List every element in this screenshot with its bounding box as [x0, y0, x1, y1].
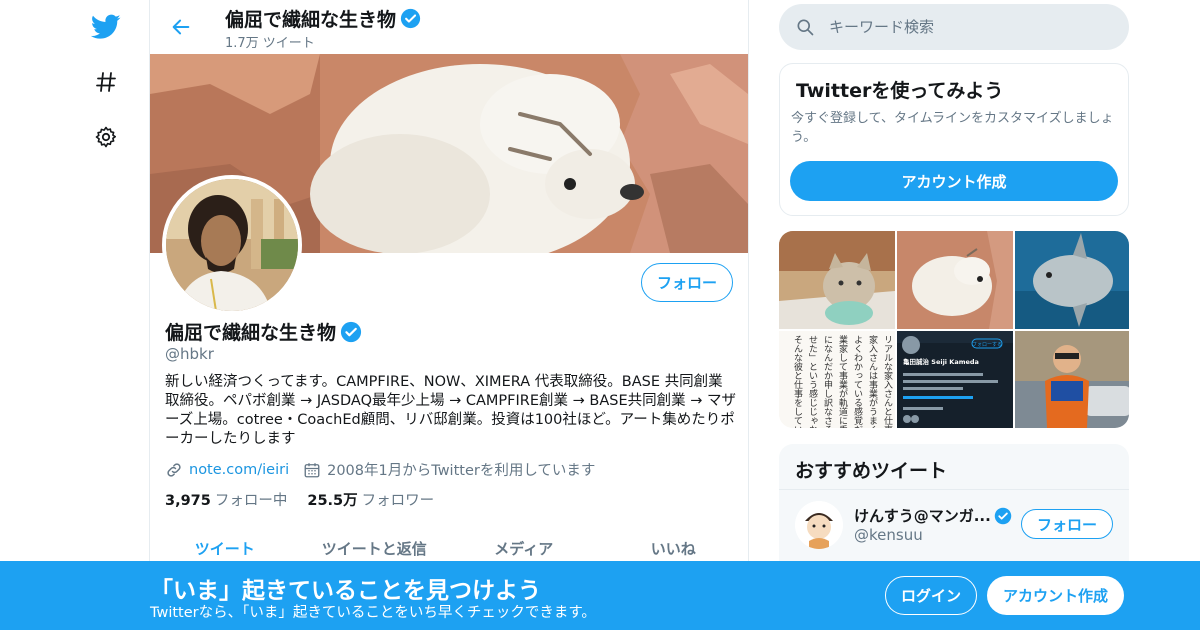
thumb-text-line: そんな彼と仕事をしていく — [792, 335, 803, 428]
thumb-text-line: せた」という感じじゃない — [807, 335, 818, 428]
signup-card: Twitterを使ってみよう 今すぐ登録して、タイムラインをカスタマイズしましょ… — [779, 63, 1129, 216]
followers-stat[interactable]: 25.5万 フォロワー — [307, 489, 434, 510]
tab-tweets[interactable]: ツイート — [150, 530, 300, 559]
header-title: 偏屈で繊細な生き物 — [225, 5, 421, 32]
header-name-text: 偏屈で繊細な生き物 — [225, 9, 397, 31]
twitter-logo-icon[interactable] — [88, 9, 124, 45]
bottom-bar-title: 「いま」起きていることを見つけよう — [150, 578, 541, 604]
profile-column: 偏屈で繊細な生き物 1.7万 ツイート フォロー 偏屈で繊細な生き物 @hbkr… — [149, 0, 749, 630]
media-thumb-costume[interactable] — [1015, 331, 1129, 428]
rec-user-name-text: けんすう@マンガ... — [854, 507, 991, 525]
media-thumb-profile-screenshot[interactable]: フォローする 亀田誠治 Seiji Kameda — [897, 331, 1013, 428]
profile-name-text: 偏屈で繊細な生き物 — [165, 322, 337, 344]
verified-badge-icon — [340, 321, 362, 342]
screenshot-name-text: 亀田誠治 Seiji Kameda — [902, 357, 979, 366]
media-thumb-goat[interactable] — [897, 231, 1013, 329]
profile-bio: 新しい経済つくってます。CAMPFIRE、NOW、XIMERA 代表取締役。BA… — [165, 374, 736, 447]
gear-icon[interactable] — [88, 119, 124, 155]
profile-tabs: ツイート ツイートと返信 メディア いいね — [150, 530, 748, 559]
tab-media[interactable]: メディア — [449, 530, 599, 559]
thumb-text-line: リアルな家入さんと仕事が — [882, 335, 893, 428]
followers-label: フォロワー — [361, 493, 435, 509]
following-count: 3,975 — [165, 493, 211, 509]
media-thumb-text[interactable]: リアルな家入さんと仕事が 家入さんは事業がうまく よくわかっている感覚だ 業家して事業… — [779, 331, 895, 428]
thumb-text-line: 業家して事業が軌道に乗っ — [837, 334, 848, 428]
followers-count: 25.5万 — [307, 493, 358, 509]
twitter-profile-page: 偏屈で繊細な生き物 1.7万 ツイート フォロー 偏屈で繊細な生き物 @hbkr… — [0, 0, 1200, 630]
back-arrow-icon[interactable] — [168, 14, 194, 40]
joined-date: 2008年1月からTwitterを利用しています — [327, 463, 596, 479]
following-stat[interactable]: 3,975 フォロー中 — [165, 489, 287, 510]
profile-avatar[interactable] — [162, 175, 302, 315]
verified-badge-icon — [400, 8, 421, 29]
search-icon — [797, 19, 814, 36]
following-label: フォロー中 — [214, 493, 288, 509]
search-input[interactable] — [829, 18, 1109, 36]
hashtag-icon[interactable] — [88, 64, 124, 100]
recommended-title: おすすめツイート — [795, 460, 948, 482]
media-thumb-cat[interactable] — [779, 231, 895, 329]
rec-user-avatar[interactable] — [795, 501, 843, 549]
bottom-signup-bar: 「いま」起きていることを見つけよう Twitterなら、「いま」起きていることを… — [0, 561, 1200, 630]
profile-website-link[interactable]: note.com/ieiri — [189, 462, 289, 478]
signup-card-title: Twitterを使ってみよう — [796, 80, 1004, 102]
profile-header: 偏屈で繊細な生き物 1.7万 ツイート — [150, 0, 748, 54]
search-box — [779, 4, 1129, 50]
thumb-text-line: になんだか申し訳なさそう — [822, 335, 833, 428]
left-nav — [80, 0, 132, 630]
tweet-count: 1.7万 ツイート — [225, 36, 315, 51]
profile-meta: note.com/ieiri 2008年1月からTwitterを利用しています — [165, 459, 595, 480]
rec-user-handle: @kensuu — [854, 526, 923, 544]
rec-follow-button[interactable]: フォロー — [1021, 509, 1113, 539]
tab-tweets-and-replies[interactable]: ツイートと返信 — [300, 530, 450, 559]
calendar-icon — [304, 462, 320, 477]
screenshot-follow-text: フォローする — [972, 342, 1002, 348]
media-thumb-sunfish[interactable] — [1015, 231, 1129, 329]
thumb-text-line: よくわかっている感覚だ — [852, 335, 863, 428]
bottom-bar-subtitle: Twitterなら、「いま」起きていることをいち早くチェックできます。 — [150, 605, 596, 621]
profile-name: 偏屈で繊細な生き物 — [165, 318, 362, 345]
thumb-text-line: 家入さんは事業がうまく — [867, 334, 878, 428]
tab-likes[interactable]: いいね — [599, 530, 749, 559]
login-button[interactable]: ログイン — [885, 576, 977, 615]
media-grid: リアルな家入さんと仕事が 家入さんは事業がうまく よくわかっている感覚だ 業家して事業… — [779, 231, 1129, 428]
profile-handle: @hbkr — [165, 345, 214, 363]
bottom-create-account-button[interactable]: アカウント作成 — [987, 576, 1124, 615]
verified-badge-icon — [994, 507, 1012, 524]
divider — [779, 489, 1129, 490]
profile-stats: 3,975 フォロー中 25.5万 フォロワー — [165, 489, 434, 510]
signup-card-description: 今すぐ登録して、タイムラインをカスタマイズしましょう。 — [791, 111, 1114, 145]
link-icon — [167, 462, 181, 477]
rec-user-name: けんすう@マンガ... — [854, 505, 1012, 526]
create-account-button[interactable]: アカウント作成 — [790, 161, 1118, 201]
follow-button[interactable]: フォロー — [641, 263, 733, 302]
